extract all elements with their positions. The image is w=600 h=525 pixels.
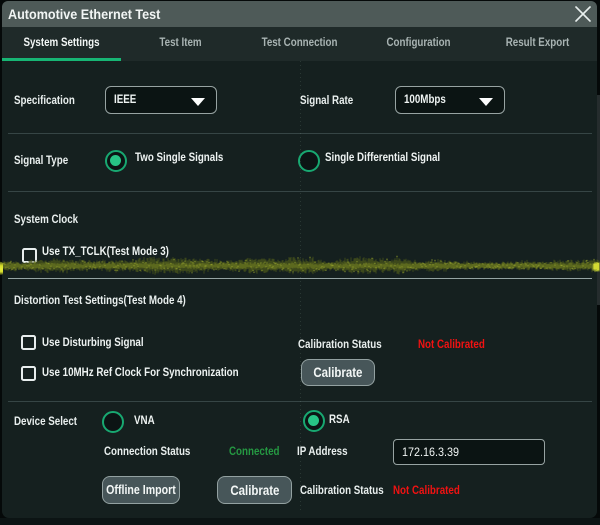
radio-dot [308,415,319,426]
vna-label: VNA [134,415,155,427]
distortion-calibrate-button-label: Calibrate [313,365,362,380]
oscilloscope-screen: Automotive Ethernet Test System Settings… [0,0,600,525]
tab-result-export[interactable]: Result Export [487,27,588,61]
tab-system-settings[interactable]: System Settings [11,27,112,61]
ip-address-value: 172.16.3.39 [402,440,459,464]
rsa-label: RSA [329,414,350,426]
use-10mhz-ref-clock-label: Use 10MHz Ref Clock For Synchronization [42,367,239,379]
offline-import-button-label: Offline Import [106,483,176,497]
tab-test-item[interactable]: Test Item [130,27,231,61]
radio-rsa[interactable] [303,410,325,432]
device-select-label: Device Select [14,416,77,428]
signal-rate-value: 100Mbps [404,87,446,113]
dropdown-arrow-icon [479,98,493,106]
specification-dropdown[interactable]: IEEE [105,86,217,114]
two-single-signals-label: Two Single Signals [135,152,223,164]
use-disturbing-signal-label: Use Disturbing Signal [42,337,144,349]
distortion-calibration-status-value: Not Calibrated [418,339,485,351]
device-calibrate-button-label: Calibrate [230,483,279,498]
close-button[interactable] [572,4,594,24]
dialog-title: Automotive Ethernet Test [8,1,160,27]
distortion-calibration-status-label: Calibration Status [298,339,382,351]
device-calibration-status-value: Not Calibrated [393,485,460,497]
distortion-settings-label: Distortion Test Settings(Test Mode 4) [14,295,186,307]
noise-edge-blob [594,262,599,271]
device-calibrate-button[interactable]: Calibrate [217,476,292,504]
single-differential-signal-label: Single Differential Signal [325,152,440,164]
tab-configuration[interactable]: Configuration [368,27,469,61]
device-calibration-status-label: Calibration Status [300,485,384,497]
specification-label: Specification [14,95,75,107]
signal-rate-dropdown[interactable]: 100Mbps [395,86,505,114]
radio-two-single-signals[interactable] [105,150,127,172]
radio-vna[interactable] [102,411,124,433]
system-clock-label: System Clock [14,214,78,226]
distortion-calibrate-button[interactable]: Calibrate [301,359,375,386]
close-icon [575,6,591,22]
specification-value: IEEE [114,87,136,113]
screen-bottom-strip [0,518,600,525]
connection-status-value: Connected [229,446,280,458]
dropdown-arrow-icon [191,98,205,106]
graticule-center-line [300,61,301,510]
offline-import-button[interactable]: Offline Import [102,476,180,504]
tab-test-connection[interactable]: Test Connection [249,27,350,61]
channel-marker [0,262,3,275]
ip-address-input[interactable]: 172.16.3.39 [393,439,545,465]
signal-type-label: Signal Type [14,155,68,167]
ip-address-label: IP Address [297,446,348,458]
waveform-noise-trace [0,250,600,282]
use-disturbing-signal-checkbox[interactable] [21,335,36,350]
radio-dot [110,155,121,166]
connection-status-label: Connection Status [104,446,190,458]
active-tab-underline [2,58,121,61]
signal-rate-label: Signal Rate [300,95,353,107]
tab-bar: System Settings Test Item Test Connectio… [2,27,597,61]
dialog-titlebar: Automotive Ethernet Test [2,1,597,27]
use-10mhz-ref-clock-checkbox[interactable] [21,366,36,381]
